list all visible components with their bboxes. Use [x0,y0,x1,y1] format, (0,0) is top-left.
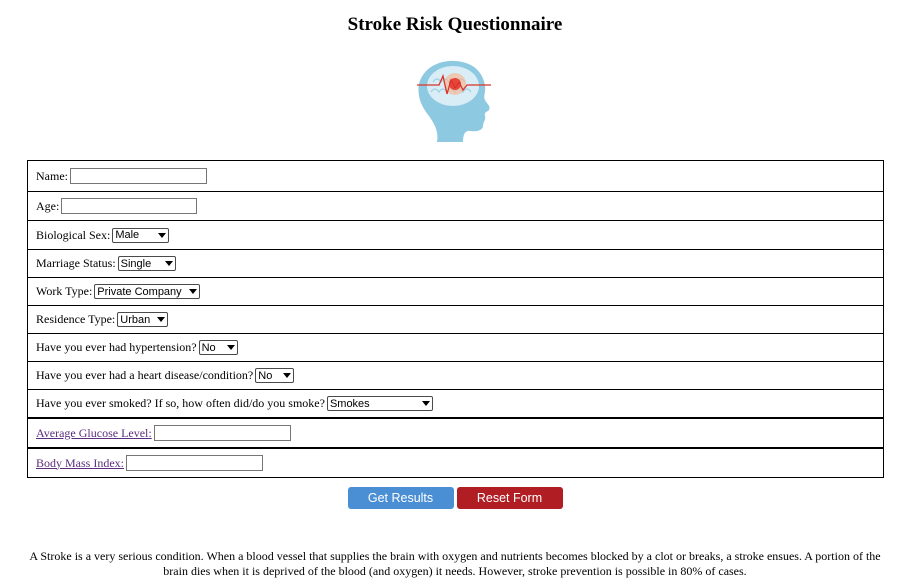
hypertension-select-value: No [201,341,216,354]
marriage-row: Marriage Status: Single [28,249,883,278]
questionnaire-form: Name: Age: Biological Sex: Male Marriage… [27,160,884,478]
bmi-input[interactable] [126,455,263,471]
chevron-down-icon [189,289,198,294]
work-select-value: Private Company [97,285,182,298]
heart-row: Have you ever had a heart disease/condit… [28,361,883,390]
brain-head-icon [417,60,491,142]
work-row: Work Type: Private Company [28,277,883,306]
sex-select[interactable]: Male [112,227,170,243]
age-input[interactable] [61,198,198,214]
name-input[interactable] [70,168,207,184]
work-label: Work Type: [36,284,93,298]
residence-label: Residence Type: [36,312,116,326]
page-title: Stroke Risk Questionnaire [347,14,563,35]
smoke-select-value: Smokes [329,397,370,410]
marriage-label: Marriage Status: [36,256,116,270]
hypertension-label: Have you ever had hypertension? [36,340,197,354]
work-select[interactable]: Private Company [94,284,201,299]
stroke-info-text: A Stroke is a very serious condition. Wh… [29,549,881,578]
bmi-link[interactable]: Body Mass Index: [36,456,124,471]
age-label: Age: [36,198,60,213]
reset-form-button[interactable]: Reset Form [456,487,563,509]
get-results-button[interactable]: Get Results [347,487,454,509]
residence-select[interactable]: Urban [117,312,169,327]
glucose-row: Average Glucose Level: [28,417,883,448]
heart-select-value: No [258,369,273,382]
name-row: Name: [28,161,883,192]
chevron-down-icon [158,232,167,238]
residence-select-value: Urban [120,313,151,326]
sex-label: Biological Sex: [36,227,111,242]
smoke-label: Have you ever smoked? If so, how often d… [36,396,325,410]
residence-row: Residence Type: Urban [28,305,883,334]
bmi-row: Body Mass Index: [28,447,883,477]
form-buttons: Get Results Reset Form [0,487,910,509]
chevron-down-icon [421,401,430,406]
glucose-input[interactable] [153,425,291,441]
age-row: Age: [28,191,883,221]
sex-select-value: Male [115,229,140,241]
glucose-link[interactable]: Average Glucose Level: [36,426,152,441]
marriage-select[interactable]: Single [117,256,176,271]
smoke-row: Have you ever smoked? If so, how often d… [28,389,883,418]
heart-select[interactable]: No [255,368,295,383]
smoke-select[interactable]: Smokes [326,396,433,411]
marriage-select-value: Single [120,257,152,270]
chevron-down-icon [164,261,173,266]
chevron-down-icon [283,373,292,378]
chevron-down-icon [157,317,166,322]
hypertension-row: Have you ever had hypertension? No [28,333,883,362]
sex-row: Biological Sex: Male [28,220,883,250]
chevron-down-icon [226,345,235,350]
heart-label: Have you ever had a heart disease/condit… [36,368,254,382]
name-label: Name: [36,168,68,183]
hypertension-select[interactable]: No [198,340,238,355]
